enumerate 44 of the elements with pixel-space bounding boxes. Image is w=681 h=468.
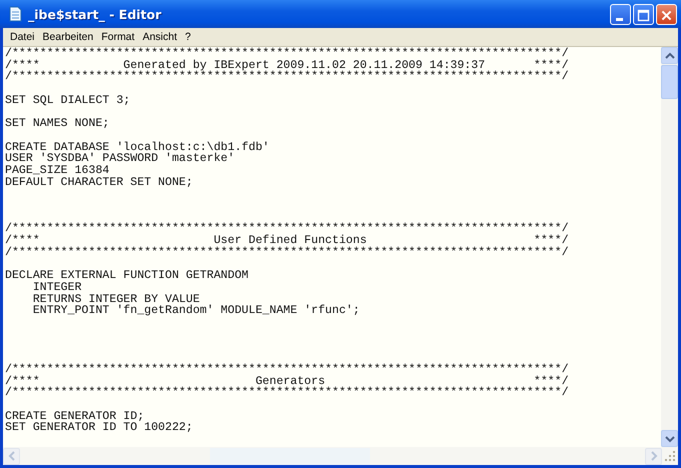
- code-line: /**** Generators ****/: [5, 376, 569, 388]
- scroll-left-button[interactable]: [3, 448, 20, 464]
- menu-item[interactable]: ?: [182, 31, 196, 43]
- chevron-right-icon: [650, 451, 658, 461]
- close-button[interactable]: [656, 4, 677, 24]
- menu-item[interactable]: Bearbeiten: [40, 31, 98, 43]
- chevron-down-icon: [664, 434, 674, 442]
- code-line: CREATE DATABASE 'localhost:c:\db1.fdb': [5, 142, 270, 154]
- window-title: _ibe$start_ - Editor: [28, 6, 162, 22]
- vertical-scrollbar[interactable]: [661, 47, 678, 447]
- horizontal-scrollbar[interactable]: [3, 447, 678, 465]
- code-line: SET SQL DIALECT 3;: [5, 94, 130, 106]
- scroll-down-button[interactable]: [661, 430, 678, 447]
- code-line: /*******************************************************************************/: [5, 246, 569, 259]
- menu-item[interactable]: Ansicht: [140, 31, 182, 43]
- code-line: PAGE_SIZE 16384: [5, 164, 110, 177]
- maximize-button[interactable]: [633, 4, 654, 24]
- resize-grip-icon[interactable]: [664, 450, 676, 462]
- menu-item[interactable]: Datei: [7, 31, 40, 43]
- scroll-thumb[interactable]: [210, 448, 370, 464]
- minimize-icon: [616, 18, 623, 20]
- code-line: DECLARE EXTERNAL FUNCTION GETRANDOM: [5, 270, 249, 282]
- code-line: /*******************************************************************************/: [5, 223, 569, 236]
- minimize-button[interactable]: [610, 4, 631, 24]
- chevron-left-icon: [8, 451, 16, 461]
- code-line: SET GENERATOR ID TO 100222;: [5, 422, 193, 434]
- code-line: INTEGER: [32, 282, 82, 294]
- code-line: /*******************************************************************************/: [5, 48, 569, 60]
- code-line: RETURNS INTEGER BY VALUE: [32, 294, 200, 306]
- code-line: /**** Generated by IBExpert 2009.11.02 20.11.2009 14:39:37 ****/: [5, 60, 569, 72]
- code-line: /*******************************************************************************/: [5, 364, 569, 376]
- scroll-thumb[interactable]: [661, 65, 678, 99]
- notepad-icon: [8, 6, 22, 22]
- code-line: /*******************************************************************************/: [5, 71, 569, 84]
- scroll-up-button[interactable]: [661, 47, 678, 64]
- code-line: /*******************************************************************************/: [5, 387, 569, 399]
- code-line: /**** User Defined Functions ****/: [5, 235, 569, 247]
- menu-item[interactable]: Format: [98, 31, 140, 43]
- code-line: CREATE GENERATOR ID;: [5, 410, 144, 422]
- code-line: ENTRY_POINT 'fn_getRandom' MODULE_NAME 'rfunc';: [32, 305, 360, 318]
- chevron-up-icon: [664, 52, 674, 60]
- code-line: USER 'SYSDBA' PASSWORD 'masterke': [5, 153, 235, 165]
- code-line: DEFAULT CHARACTER SET NONE;: [5, 176, 193, 188]
- code-line: SET NAMES NONE;: [5, 118, 110, 130]
